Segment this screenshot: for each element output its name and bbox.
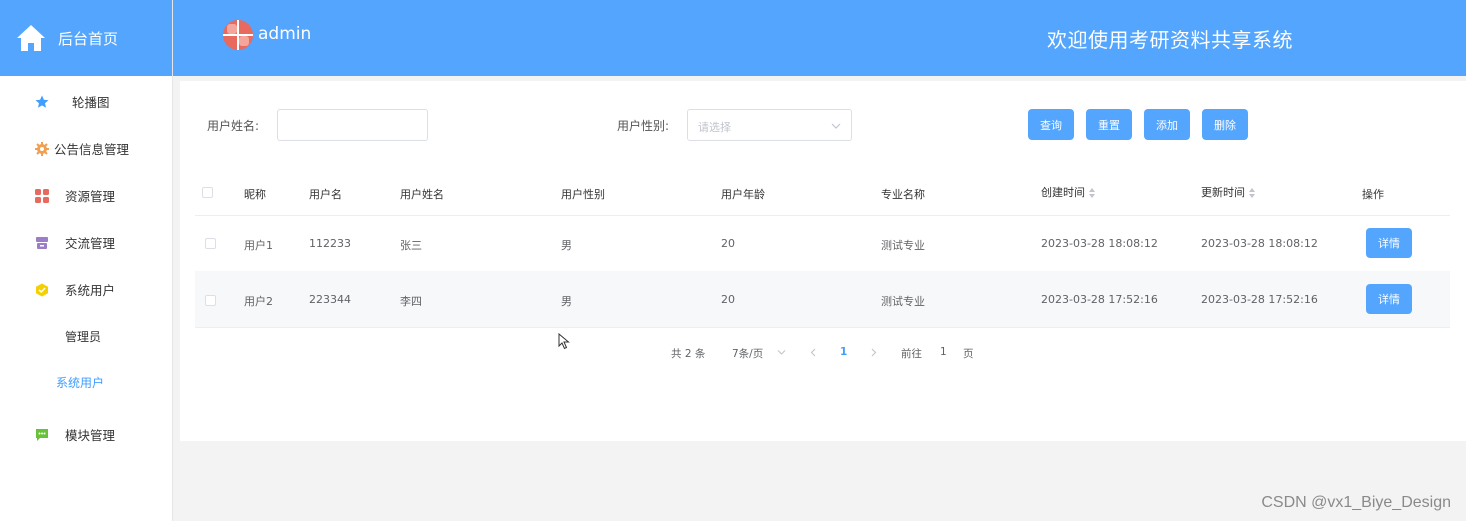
gender-filter-label: 用户性别:: [617, 119, 670, 133]
chevron-down-icon[interactable]: [777, 349, 786, 356]
gender-select-placeholder: 请选择: [698, 121, 731, 134]
cell-name: 张三: [400, 239, 422, 252]
sidebar-item-modules[interactable]: 模块管理: [0, 411, 172, 458]
watermark: CSDN @vx1_Biye_Design: [1261, 494, 1451, 511]
page-size-select[interactable]: 7条/页: [732, 346, 763, 361]
select-all-checkbox[interactable]: [202, 187, 213, 198]
home-icon: [17, 25, 45, 51]
page-number-current[interactable]: 1: [840, 346, 847, 358]
sidebar-item-system-users[interactable]: 系统用户: [0, 266, 172, 313]
delete-button[interactable]: 删除: [1202, 109, 1248, 140]
column-header: 用户名: [309, 188, 342, 201]
cube-icon: [34, 282, 50, 298]
sidebar-item-label: 系统用户: [65, 283, 116, 298]
column-header: 昵称: [244, 188, 266, 201]
reset-button[interactable]: 重置: [1086, 109, 1132, 140]
column-header-label: 创建时间: [1041, 186, 1085, 199]
page-title: 欢迎使用考研资料共享系统: [1047, 28, 1293, 52]
cell-nickname: 用户1: [244, 239, 273, 252]
sidebar-home[interactable]: 后台首页: [0, 0, 172, 76]
sidebar-item-resources[interactable]: 资源管理: [0, 172, 172, 219]
cell-updated: 2023-03-28 18:08:12: [1201, 237, 1318, 250]
cell-gender: 男: [561, 239, 572, 252]
name-filter-input[interactable]: [277, 109, 428, 141]
avatar[interactable]: [223, 20, 253, 50]
prev-page-icon[interactable]: [810, 348, 817, 357]
cell-created: 2023-03-28 17:52:16: [1041, 293, 1158, 306]
chevron-down-icon: [831, 123, 841, 129]
sidebar-subitem-label: 系统用户: [56, 375, 105, 390]
box-icon: [34, 235, 50, 251]
sidebar-item-label: 资源管理: [65, 189, 116, 204]
cell-major: 测试专业: [881, 239, 925, 252]
search-button[interactable]: 查询: [1028, 109, 1074, 140]
cell-created: 2023-03-28 18:08:12: [1041, 237, 1158, 250]
cell-major: 测试专业: [881, 295, 925, 308]
mouse-cursor-icon: [558, 333, 570, 350]
column-header: 操作: [1362, 188, 1384, 201]
column-header-label: 更新时间: [1201, 186, 1245, 199]
username-label[interactable]: admin: [258, 24, 311, 44]
sidebar-item-label: 公告信息管理: [54, 142, 130, 157]
sidebar-item-announcements[interactable]: 公告信息管理: [0, 125, 172, 172]
divider: [195, 215, 1450, 216]
cell-nickname: 用户2: [244, 295, 273, 308]
cell-age: 20: [721, 293, 735, 306]
pagination-total: 共 2 条: [671, 348, 706, 360]
cell-age: 20: [721, 237, 735, 250]
next-page-icon[interactable]: [870, 348, 877, 357]
sidebar-menu: 轮播图 公告信息管理 资源管理 交流管理 系统用户 管理员 系统用户 模块管理: [0, 78, 172, 458]
sidebar-item-label: 交流管理: [65, 236, 116, 251]
goto-label: 前往: [901, 348, 922, 360]
column-header-updated[interactable]: 更新时间: [1201, 184, 1257, 200]
sidebar-subitem-system-users[interactable]: 系统用户: [0, 359, 172, 405]
sort-icon[interactable]: [1089, 187, 1097, 199]
sidebar-item-label: 模块管理: [65, 428, 116, 443]
divider: [195, 327, 1450, 328]
column-header: 用户年龄: [721, 188, 765, 201]
column-header: 专业名称: [881, 188, 925, 201]
column-header: 用户性别: [561, 188, 605, 201]
sidebar-item-communication[interactable]: 交流管理: [0, 219, 172, 266]
row-checkbox[interactable]: [205, 295, 216, 306]
sidebar-home-label: 后台首页: [58, 29, 119, 48]
goto-suffix: 页: [963, 348, 974, 360]
cell-username: 112233: [309, 237, 351, 250]
cell-gender: 男: [561, 295, 572, 308]
cell-username: 223344: [309, 293, 351, 306]
star-icon: [34, 94, 50, 110]
sort-icon[interactable]: [1249, 187, 1257, 199]
column-header: 用户姓名: [400, 188, 444, 201]
sidebar-item-label: 轮播图: [72, 95, 110, 110]
column-header-created[interactable]: 创建时间: [1041, 184, 1097, 200]
sidebar-subitem-admins[interactable]: 管理员: [0, 313, 172, 359]
detail-button[interactable]: 详情: [1366, 228, 1412, 258]
row-checkbox[interactable]: [205, 238, 216, 249]
name-filter-label: 用户姓名:: [207, 119, 260, 133]
grid-icon: [34, 188, 50, 204]
gender-select[interactable]: 请选择: [687, 109, 852, 141]
main-panel: 用户姓名: 用户性别: 请选择 查询 重置 添加 删除 昵称 用户名 用户姓名 …: [180, 81, 1466, 441]
top-header: admin 欢迎使用考研资料共享系统: [173, 0, 1466, 76]
goto-input[interactable]: 1: [940, 346, 947, 358]
cell-updated: 2023-03-28 17:52:16: [1201, 293, 1318, 306]
sidebar-item-carousel[interactable]: 轮播图: [0, 78, 172, 125]
gear-icon: [34, 141, 50, 157]
chat-icon: [34, 427, 50, 443]
cell-name: 李四: [400, 295, 422, 308]
avatar-icon: [223, 20, 253, 50]
detail-button[interactable]: 详情: [1366, 284, 1412, 314]
add-button[interactable]: 添加: [1144, 109, 1190, 140]
sidebar-subitem-label: 管理员: [65, 329, 102, 344]
sidebar: 后台首页 轮播图 公告信息管理 资源管理 交流管理 系统用户 管理员 系统用户 …: [0, 0, 173, 521]
